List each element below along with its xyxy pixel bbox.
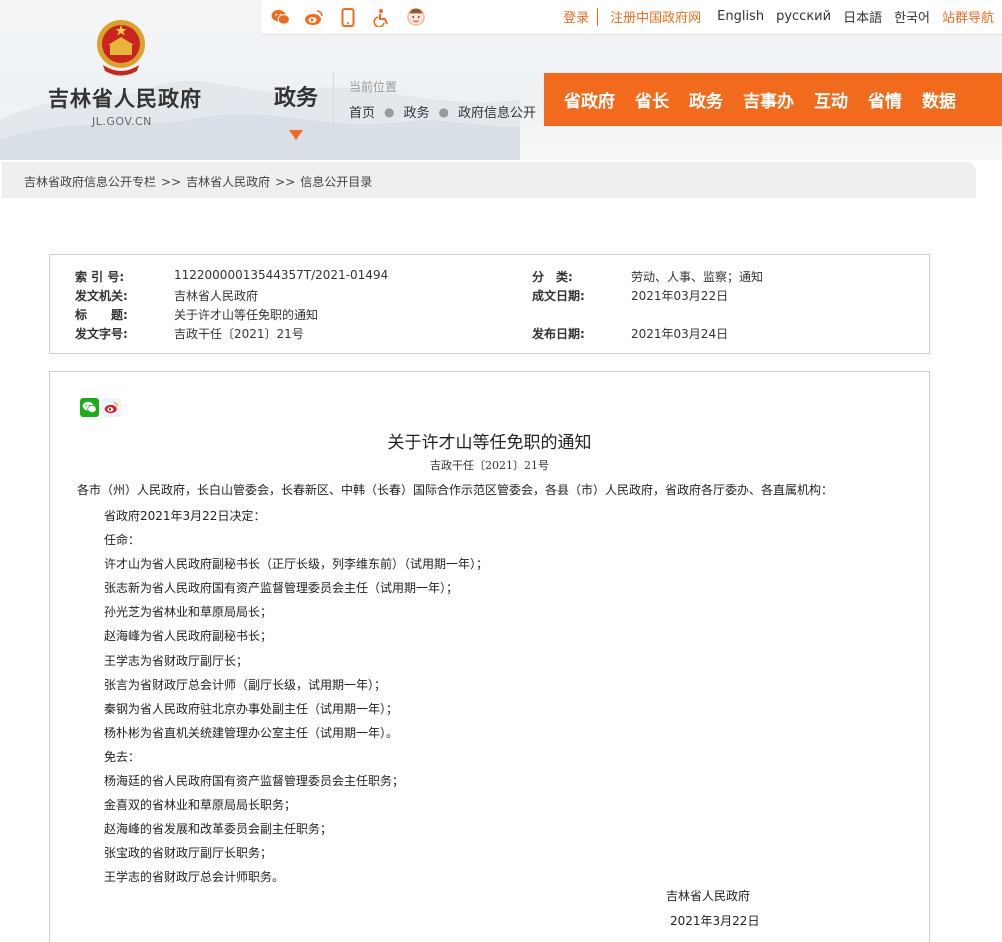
site-header: 登录 注册中国政府网 English русский 日本語 한국어 站群导航 … — [0, 0, 1002, 160]
nav-item-data[interactable]: 数据 — [922, 87, 956, 112]
body-line: 任命： — [104, 533, 141, 548]
body-line: 免去： — [104, 749, 141, 764]
category-label: 分 类: — [532, 270, 573, 284]
date-made-value: 2021年03月22日 — [631, 289, 729, 303]
japanese-link[interactable]: 日本語 — [843, 7, 882, 26]
body-line: 王学志的省财政厅总会计师职务。 — [104, 870, 285, 885]
issuer-value: 吉林省人民政府 — [174, 289, 259, 303]
index-label: 索 引 号: — [75, 270, 125, 284]
body-line: 赵海峰为省人民政府副秘书长； — [104, 629, 273, 644]
location-home-link[interactable]: 首页 — [349, 102, 375, 121]
document-body: 省政府2021年3月22日决定： 任命： 许才山为省人民政府副秘书长（正厅长级，… — [104, 504, 488, 890]
body-line: 张言为省财政厅总会计师（副厅长级，试用期一年）； — [104, 677, 387, 692]
breadcrumb-disclosure-column[interactable]: 吉林省政府信息公开专栏 — [24, 175, 156, 189]
mobile-icon[interactable] — [338, 7, 358, 27]
national-emblem-logo[interactable] — [93, 17, 149, 79]
top-link-separator — [597, 7, 599, 26]
breadcrumb-separator: >> — [161, 175, 182, 189]
breadcrumb: 吉林省政府信息公开专栏 >> 吉林省人民政府 >> 信息公开目录 — [2, 162, 976, 198]
location-dot: ● — [438, 104, 449, 119]
date-made-label: 成文日期: — [532, 289, 585, 303]
document-number: 吉政干任〔2021〕21号 — [430, 459, 549, 472]
header-divider — [333, 72, 334, 128]
location-disclosure-link[interactable]: 政府信息公开 — [458, 102, 536, 121]
weibo-icon[interactable] — [304, 7, 324, 27]
body-line: 秦钢为省人民政府驻北京办事处副主任（试用期一年）； — [104, 701, 399, 716]
body-line: 省政府2021年3月22日决定： — [104, 509, 266, 523]
title-value: 关于许才山等任免职的通知 — [174, 308, 319, 322]
index-value: 11220000013544357T/2021-01494 — [174, 268, 389, 282]
register-link[interactable]: 注册中国政府网 — [610, 7, 701, 26]
share-buttons — [80, 398, 121, 417]
nav-item-jishiban[interactable]: 吉事办 — [743, 87, 794, 112]
wechat-icon[interactable] — [270, 7, 290, 27]
body-line: 杨朴彬为省直机关统建管理办公室主任（试用期一年）。 — [104, 725, 399, 740]
breadcrumb-catalog[interactable]: 信息公开目录 — [300, 175, 372, 189]
main-nav: 省政府 省长 政务 吉事办 互动 省情 数据 — [544, 73, 1002, 126]
document-metadata: 索 引 号: 11220000013544357T/2021-01494 分 类… — [49, 254, 930, 354]
body-line: 许才山为省人民政府副秘书长（正厅长级，列李维东前）（试用期一年）； — [104, 557, 489, 572]
login-link[interactable]: 登录 — [563, 7, 589, 26]
document-addressee: 各市（州）人民政府，长白山管委会，长春新区、中韩（长春）国际合作示范区管委会，各… — [77, 483, 834, 497]
wechat-share-icon[interactable] — [80, 398, 99, 417]
nav-item-provincial-government[interactable]: 省政府 — [564, 87, 615, 112]
top-links: 登录 注册中国政府网 English русский 日本語 한국어 站群导航 — [551, 7, 994, 26]
weibo-share-icon[interactable] — [102, 398, 121, 417]
doc-number-label: 发文字号: — [75, 327, 128, 341]
russian-link[interactable]: русский — [776, 9, 831, 24]
location-breadcrumb: 首页 ● 政务 ● 政府信息公开 — [349, 102, 536, 122]
site-domain: JL.GOV.CN — [92, 115, 152, 128]
nav-item-government-affairs[interactable]: 政务 — [689, 87, 723, 112]
location-label: 当前位置 — [349, 80, 398, 94]
document-title: 关于许才山等任免职的通知 — [387, 433, 592, 453]
document-signer: 吉林省人民政府 — [666, 889, 751, 903]
document-sign-date: 2021年3月22日 — [670, 914, 760, 928]
mascot-icon[interactable] — [406, 7, 426, 27]
body-line: 金喜双的省林业和草原局局长职务； — [104, 798, 297, 813]
body-line: 孙光芝为省林业和草原局局长； — [104, 605, 273, 620]
category-value: 劳动、人事、监察；通知 — [631, 270, 764, 284]
title-label: 标 题: — [75, 308, 128, 322]
publish-date-label: 发布日期: — [532, 327, 585, 341]
channel-title: 政务 — [274, 86, 319, 111]
site-name: 吉林省人民政府 — [48, 87, 202, 111]
nav-item-interaction[interactable]: 互动 — [814, 87, 848, 112]
nav-item-province-info[interactable]: 省情 — [868, 87, 902, 112]
breadcrumb-separator: >> — [275, 175, 296, 189]
breadcrumb-government[interactable]: 吉林省人民政府 — [186, 175, 270, 189]
document-content: 关于许才山等任免职的通知 吉政干任〔2021〕21号 各市（州）人民政府，长白山… — [49, 371, 930, 942]
location-dot: ● — [384, 104, 395, 119]
issuer-label: 发文机关: — [75, 289, 128, 303]
top-icon-group — [270, 3, 426, 31]
english-link[interactable]: English — [717, 9, 764, 24]
body-line: 赵海峰的省发展和改革委员会副主任职务； — [104, 822, 333, 837]
location-politics-link[interactable]: 政务 — [404, 102, 430, 121]
nav-item-governor[interactable]: 省长 — [635, 87, 669, 112]
body-line: 张志新为省人民政府国有资产监督管理委员会主任（试用期一年）； — [104, 581, 459, 596]
channel-indicator-icon — [289, 130, 303, 140]
doc-number-value: 吉政干任〔2021〕21号 — [174, 327, 304, 341]
korean-link[interactable]: 한국어 — [894, 7, 930, 26]
body-line: 杨海廷的省人民政府国有资产监督管理委员会主任职务； — [104, 774, 405, 789]
publish-date-value: 2021年03月24日 — [631, 327, 729, 341]
sitemap-link[interactable]: 站群导航 — [942, 7, 994, 26]
accessibility-icon[interactable] — [372, 7, 392, 27]
body-line: 张宝政的省财政厅副厅长职务； — [104, 846, 273, 861]
body-line: 王学志为省财政厅副厅长； — [104, 653, 249, 668]
